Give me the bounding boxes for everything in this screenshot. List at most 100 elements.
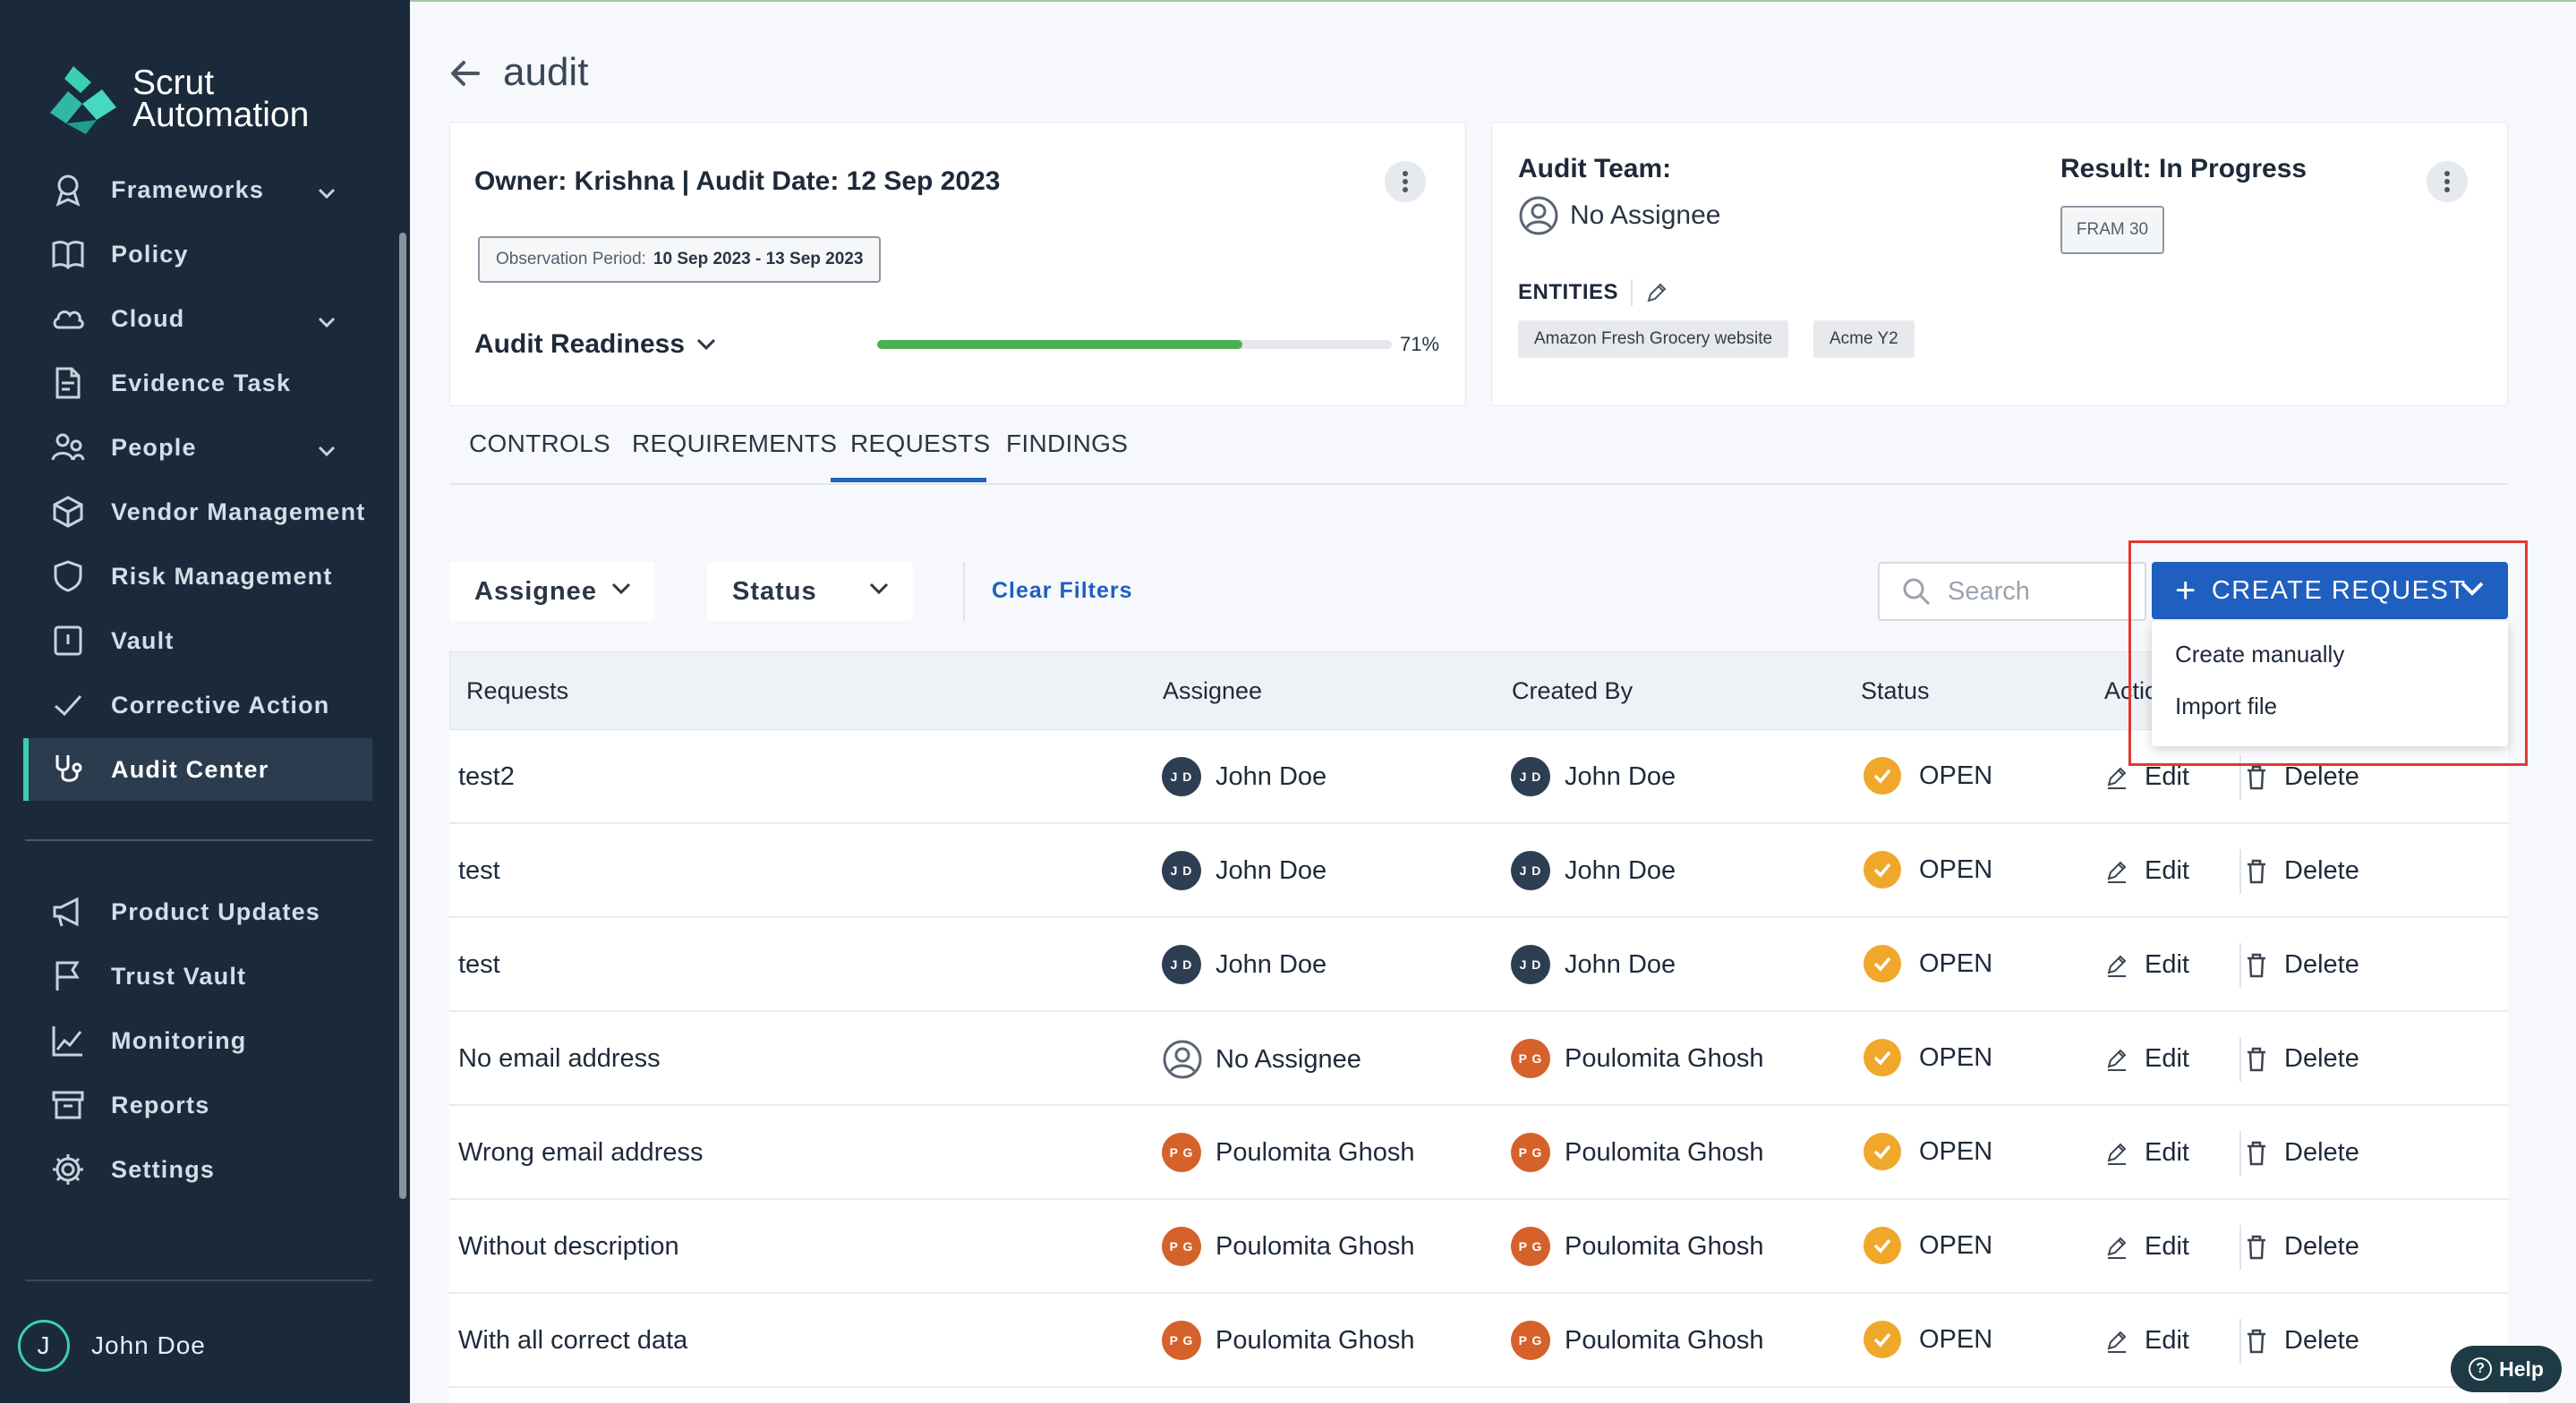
table-row[interactable]: test J D John Doe J D John Doe OPEN Edit Delete xyxy=(449,824,2508,918)
delete-label: Delete xyxy=(2284,1138,2359,1167)
assignee-name: John Doe xyxy=(1215,761,1327,791)
column-header-created-by[interactable]: Created By xyxy=(1512,677,1633,705)
avatar: J D xyxy=(1511,945,1550,984)
column-header-assignee[interactable]: Assignee xyxy=(1163,677,1262,705)
delete-action[interactable]: Delete xyxy=(2245,856,2359,886)
created-by-name: Poulomita Ghosh xyxy=(1565,1231,1764,1261)
sidebar-item-label: Settings xyxy=(111,1155,216,1183)
sidebar-divider-bottom xyxy=(25,1280,372,1281)
trash-icon xyxy=(2248,1235,2265,1259)
delete-action[interactable]: Delete xyxy=(2245,950,2359,980)
kebab-icon xyxy=(1403,171,1408,192)
table-row[interactable]: Wrong email address P G Poulomita Ghosh P G… xyxy=(449,1106,2508,1200)
chart-icon xyxy=(50,1023,86,1059)
flag-icon xyxy=(50,958,86,994)
team-card-menu-button[interactable] xyxy=(2427,161,2468,202)
delete-action[interactable]: Delete xyxy=(2245,1044,2359,1074)
active-tab-indicator xyxy=(831,478,986,482)
audit-readiness-toggle[interactable]: Audit Readiness xyxy=(474,329,717,360)
action-separator xyxy=(2239,1319,2241,1364)
assignee-cell: J D John Doe xyxy=(1162,851,1326,890)
back-arrow-icon[interactable] xyxy=(448,55,483,91)
sidebar-item-frameworks[interactable]: Frameworks xyxy=(25,158,372,221)
tab-findings[interactable]: FINDINGS xyxy=(1006,429,1128,458)
edit-label: Edit xyxy=(2145,1232,2189,1261)
sidebar-item-reports[interactable]: Reports xyxy=(25,1074,372,1136)
sidebar-item-settings[interactable]: Settings xyxy=(25,1138,372,1201)
request-name[interactable]: test2 xyxy=(458,762,515,792)
edit-action[interactable]: Edit xyxy=(2105,1044,2189,1074)
sidebar-item-cloud[interactable]: Cloud xyxy=(25,287,372,350)
delete-action[interactable]: Delete xyxy=(2245,762,2359,792)
sidebar-item-vendor-management[interactable]: Vendor Management xyxy=(25,480,372,543)
delete-action[interactable]: Delete xyxy=(2245,1326,2359,1356)
table-row[interactable]: With all correct data P G Poulomita Ghosh P… xyxy=(449,1294,2508,1388)
help-button[interactable]: ? Help xyxy=(2451,1346,2562,1392)
created-by-name: Poulomita Ghosh xyxy=(1565,1137,1764,1167)
column-header-requests[interactable]: Requests xyxy=(466,677,568,705)
chevron-down-icon[interactable] xyxy=(317,307,337,335)
request-name[interactable]: Wrong email address xyxy=(458,1138,703,1168)
top-accent-line xyxy=(410,0,2576,2)
tab-requests[interactable]: REQUESTS xyxy=(850,429,990,458)
sidebar-item-evidence-task[interactable]: Evidence Task xyxy=(25,352,372,414)
sidebar-item-audit-center[interactable]: Audit Center xyxy=(23,738,372,801)
check-circle-icon xyxy=(1864,851,1901,889)
pencil-icon[interactable] xyxy=(1645,281,1668,304)
brand-name-line2: Automation xyxy=(132,96,310,134)
table-row[interactable]: Without description P G Poulomita Ghosh P G… xyxy=(449,1200,2508,1294)
highlight-box xyxy=(2128,540,2528,766)
sidebar-item-monitoring[interactable]: Monitoring xyxy=(25,1009,372,1072)
sidebar-item-product-updates[interactable]: Product Updates xyxy=(25,880,372,943)
column-header-status[interactable]: Status xyxy=(1861,677,1930,705)
framework-badge: FRAM 30 xyxy=(2060,206,2164,254)
box-icon xyxy=(50,494,86,530)
brand-logo[interactable]: Scrut Automation xyxy=(47,64,309,134)
request-name[interactable]: No email address xyxy=(458,1044,661,1074)
chevron-down-icon[interactable] xyxy=(317,178,337,206)
avatar: J D xyxy=(1162,757,1201,796)
edit-action[interactable]: Edit xyxy=(2105,856,2189,886)
user-profile[interactable]: J John Doe xyxy=(18,1320,206,1372)
cloud-icon xyxy=(50,301,86,336)
sidebar-scrollbar[interactable] xyxy=(399,233,406,1199)
entities-header: ENTITIES xyxy=(1518,279,1668,306)
edit-action[interactable]: Edit xyxy=(2105,762,2189,792)
created-by-name: John Doe xyxy=(1565,761,1676,791)
chevron-down-icon[interactable] xyxy=(317,436,337,463)
sidebar-item-corrective-action[interactable]: Corrective Action xyxy=(25,674,372,736)
request-name[interactable]: With all correct data xyxy=(458,1326,687,1356)
status-text: OPEN xyxy=(1919,1324,1993,1354)
assignee-filter[interactable]: Assignee xyxy=(449,562,655,621)
delete-action[interactable]: Delete xyxy=(2245,1232,2359,1262)
delete-action[interactable]: Delete xyxy=(2245,1138,2359,1168)
search-input[interactable]: Search xyxy=(1878,562,2146,621)
sidebar-item-vault[interactable]: Vault xyxy=(25,609,372,672)
edit-label: Edit xyxy=(2145,856,2189,885)
tab-controls[interactable]: CONTROLS xyxy=(469,429,610,458)
edit-action[interactable]: Edit xyxy=(2105,950,2189,980)
tab-requirements[interactable]: REQUIREMENTS xyxy=(632,429,837,458)
request-name[interactable]: test xyxy=(458,856,500,886)
sidebar-item-trust-vault[interactable]: Trust Vault xyxy=(25,945,372,1008)
edit-action[interactable]: Edit xyxy=(2105,1326,2189,1356)
assignee-name: Poulomita Ghosh xyxy=(1215,1325,1415,1355)
clear-filters-link[interactable]: Clear Filters xyxy=(992,578,1133,604)
edit-action[interactable]: Edit xyxy=(2105,1138,2189,1168)
avatar: J D xyxy=(1162,851,1201,890)
edit-action[interactable]: Edit xyxy=(2105,1232,2189,1262)
table-row[interactable]: No email address No Assignee P G Poulomita … xyxy=(449,1012,2508,1106)
owner-audit-date: Owner: Krishna | Audit Date: 12 Sep 2023 xyxy=(474,166,1001,196)
request-name[interactable]: test xyxy=(458,950,500,980)
sidebar-item-risk-management[interactable]: Risk Management xyxy=(25,545,372,608)
award-icon xyxy=(50,172,86,208)
request-name[interactable]: Without description xyxy=(458,1232,679,1262)
user-circle-icon xyxy=(1519,196,1558,235)
status-filter[interactable]: Status xyxy=(707,562,913,621)
sidebar-item-people[interactable]: People xyxy=(25,416,372,479)
avatar: P G xyxy=(1162,1321,1201,1360)
sidebar-item-policy[interactable]: Policy xyxy=(25,223,372,285)
created-by-name: Poulomita Ghosh xyxy=(1565,1325,1764,1355)
table-row[interactable]: test J D John Doe J D John Doe OPEN Edit Delete xyxy=(449,918,2508,1012)
audit-card-menu-button[interactable] xyxy=(1385,161,1426,202)
